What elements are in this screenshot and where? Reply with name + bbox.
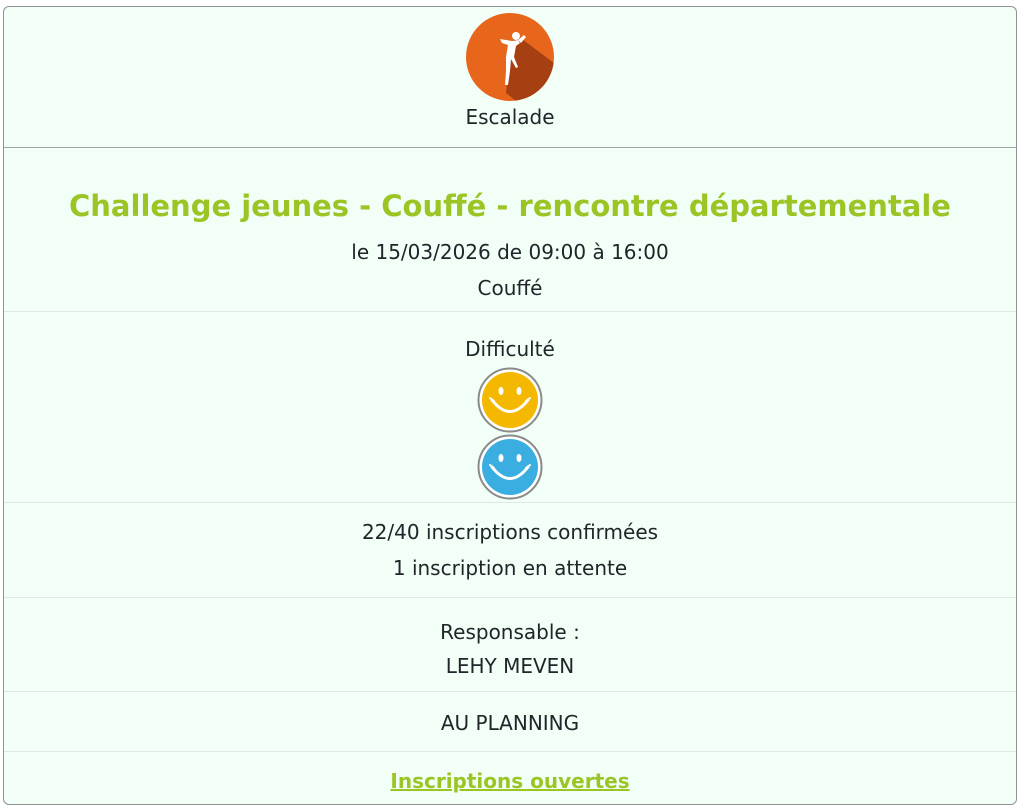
smiley-blue-icon xyxy=(477,434,543,500)
registrations-section: 22/40 inscriptions confirmées 1 inscript… xyxy=(4,503,1016,598)
waiting-registrations: 1 inscription en attente xyxy=(392,556,628,580)
manager-label: Responsable : xyxy=(440,620,580,644)
smiley-yellow-icon xyxy=(477,367,543,433)
event-date: le 15/03/2026 de 09:00 à 16:00 xyxy=(351,240,669,264)
registrations-open-link[interactable]: Inscriptions ouvertes xyxy=(390,769,629,793)
difficulty-label: Difficulté xyxy=(465,337,555,361)
event-title: Challenge jeunes - Couffé - rencontre dé… xyxy=(69,189,951,223)
event-location: Couffé xyxy=(477,276,543,300)
status-section: Inscriptions ouvertes xyxy=(4,752,1016,793)
planning-section: AU PLANNING xyxy=(4,692,1016,752)
manager-name: LEHY MEVEN xyxy=(445,654,575,678)
manager-section: Responsable : LEHY MEVEN xyxy=(4,598,1016,692)
activity-name: Escalade xyxy=(465,105,555,129)
climber-icon xyxy=(466,13,554,101)
planning-status: AU PLANNING xyxy=(440,711,580,735)
card-header: Escalade xyxy=(4,13,1016,148)
difficulty-section: Difficulté xyxy=(4,312,1016,503)
event-info-section: Challenge jeunes - Couffé - rencontre dé… xyxy=(4,148,1016,312)
event-card: Escalade Challenge jeunes - Couffé - ren… xyxy=(3,6,1017,805)
confirmed-registrations: 22/40 inscriptions confirmées xyxy=(361,520,659,544)
